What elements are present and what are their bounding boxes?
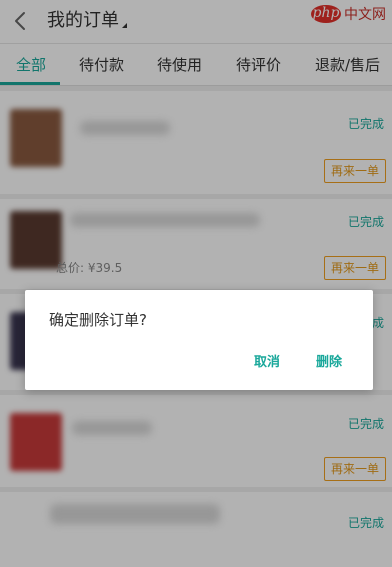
modal-overlay[interactable] bbox=[0, 0, 392, 567]
dialog-message: 确定删除订单? bbox=[49, 311, 147, 329]
delete-button[interactable]: 删除 bbox=[316, 354, 342, 372]
delete-confirm-dialog: 确定删除订单? 取消 删除 bbox=[25, 290, 373, 390]
cancel-button[interactable]: 取消 bbox=[254, 354, 280, 372]
